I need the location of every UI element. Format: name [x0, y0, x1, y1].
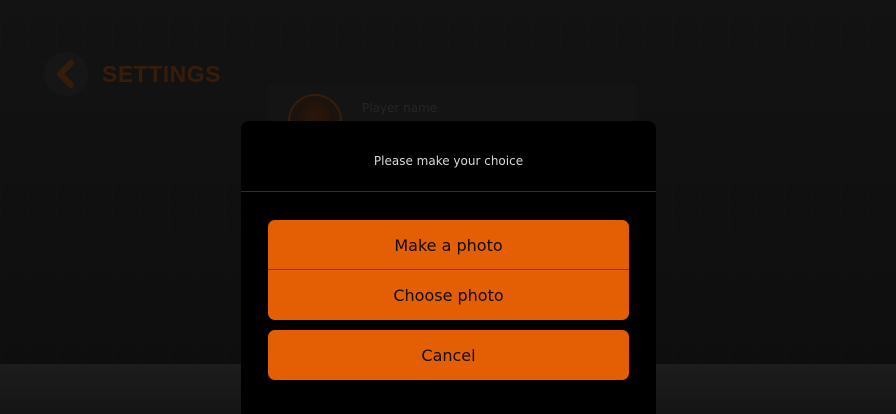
- choice-dialog: Please make your choice Make a photo Cho…: [241, 121, 656, 414]
- dialog-title: Please make your choice: [373, 154, 524, 168]
- photo-options-group: Make a photo Choose photo: [268, 220, 629, 320]
- choose-photo-button[interactable]: Choose photo: [268, 270, 629, 320]
- dialog-divider: [241, 191, 656, 192]
- make-photo-button[interactable]: Make a photo: [268, 220, 629, 270]
- cancel-button[interactable]: Cancel: [268, 330, 629, 380]
- option-divider: [268, 269, 629, 270]
- app-screen: SETTINGS Player name Please make your ch…: [0, 0, 896, 414]
